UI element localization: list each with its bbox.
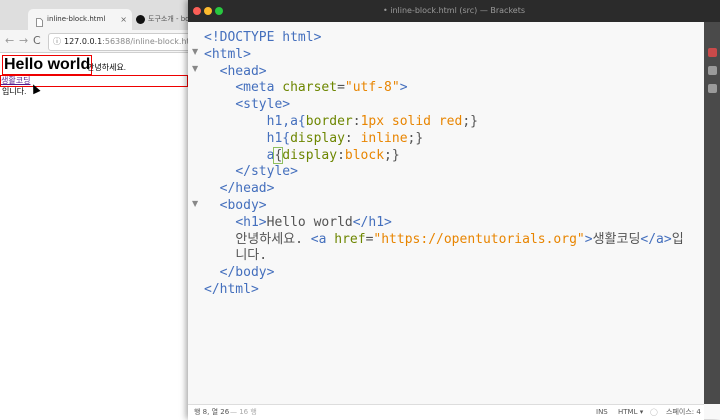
tab-title: inline-block.html [47,15,106,23]
css-value: block [344,147,385,163]
tab-close-icon[interactable]: × [120,9,127,30]
text-content: 입 [671,231,684,247]
title-bar: • inline-block.html (src) — Brackets [188,0,720,22]
live-preview-icon[interactable] [708,48,717,57]
text-content: Hello world [266,214,353,230]
code-line: <head> [204,64,684,81]
tag-close: > [399,80,408,96]
right-toolbar [704,22,720,404]
a-tag: <a [310,231,327,247]
semicolon: ;} [462,113,478,129]
css-value: 1px solid red [360,113,463,129]
tab-tools-intro[interactable]: 도구소개 - bo [134,9,188,30]
code-line: </head> [204,181,684,198]
line-count: — 16 행 [230,408,257,416]
attr-value: "https://opentutorials.org" [373,231,585,247]
tab-inline-block[interactable]: inline-block.html × [28,9,132,30]
head-tag: <head> [219,63,267,79]
code-line: a{display:block;} [204,146,684,165]
status-bar: 행 8, 열 26 — 16 행 INS HTML ▾ ◯ 스페이스: 4 [188,404,704,420]
window-title: • inline-block.html (src) — Brackets [382,6,526,15]
text-content: 안녕하세요. [235,231,311,247]
css-selector: h1,a{ [266,113,306,129]
url-host: 127.0.0.1 [64,37,103,46]
info-icon[interactable]: ⓘ [53,34,61,50]
rendered-link[interactable]: 생활코딩 [0,75,188,87]
meta-tag: <meta [235,80,275,96]
text-content: 생활코딩 [592,231,641,247]
h1-tag: <h1> [235,214,267,230]
address-bar[interactable]: ⓘ127.0.0.1:56388/inline-block.html [48,33,188,51]
back-button[interactable]: ← [5,34,14,48]
text-content: 니다. [235,248,268,264]
body-tag: <body> [219,197,267,213]
code-line: <html> [204,47,684,64]
browser-toolbar: ← → C ⓘ127.0.0.1:56388/inline-block.html [0,30,188,53]
url-path: :56388/inline-block.html [102,37,188,46]
code-area[interactable]: <!DOCTYPE html> <html> <head> <meta chars… [204,30,684,299]
style-tag: <style> [235,97,291,113]
code-line: </body> [204,265,684,282]
attr-name: href [334,231,366,247]
code-line: </style> [204,164,684,181]
code-line: <h1>Hello world</h1> [204,215,684,232]
fold-arrow-icon[interactable]: ▼ [192,47,198,56]
css-property: display [290,130,345,146]
insert-mode-toggle[interactable]: INS [596,405,608,420]
browser-window: inline-block.html × 도구소개 - bo ← → C ⓘ 127… [0,0,188,419]
head-close-tag: </head> [219,181,275,197]
language-selector[interactable]: HTML ▾ [618,405,643,420]
code-line: <style> [204,97,684,114]
linter-status-icon[interactable]: ◯ [650,405,658,420]
cursor-position: 행 8, 열 26 [194,408,230,416]
rendered-text: 안녕하세요. [87,63,127,72]
code-line: <body> [204,198,684,215]
tab-strip: inline-block.html × 도구소개 - bo [0,0,188,30]
code-line: </html> [204,282,684,299]
css-property: display [282,147,338,163]
css-property: border [305,113,353,129]
forward-button[interactable]: → [19,34,28,48]
html-tag: <html> [204,46,251,62]
html-close-tag: </html> [204,281,259,297]
rendered-text-tail: 입니다. [2,87,27,96]
a-close-tag: </a> [640,231,672,247]
code-line: 니다. [204,248,684,265]
body-close-tag: </body> [219,265,275,281]
code-line: 안녕하세요. <a href="https://opentutorials.or… [204,231,684,249]
colon: : [337,147,345,163]
code-line: h1,a{border:1px solid red;} [204,114,684,131]
doctype: <!DOCTYPE html> [204,30,322,45]
equals: = [337,80,345,96]
fold-arrow-icon[interactable]: ▼ [192,64,198,73]
semicolon: ;} [407,130,424,146]
indent-setting[interactable]: 스페이스: 4 [666,405,701,420]
brackets-editor-window: • inline-block.html (src) — Brackets ▼ ▼… [188,0,720,420]
h1-close-tag: </h1> [352,214,392,230]
css-value: inline [360,130,408,146]
tab-title: 도구소개 - bo [148,15,188,23]
reload-button[interactable]: C [33,34,41,48]
code-line: <meta charset="utf-8"> [204,80,684,97]
colon: : [352,113,361,129]
fold-arrow-icon[interactable]: ▼ [192,199,198,208]
layers-icon[interactable] [708,84,717,93]
page-viewport: Hello world 안녕하세요. 생활코딩 입니다. [0,53,188,419]
extension-manager-icon[interactable] [708,66,717,75]
colon: : [344,130,361,146]
css-selector: h1{ [266,130,291,146]
semicolon: ;} [384,147,400,163]
rendered-heading: Hello world [2,55,93,75]
attr-value: "utf-8" [344,80,400,96]
code-line: <!DOCTYPE html> [204,30,684,47]
attr-name: charset [282,80,338,96]
style-close-tag: </style> [235,164,298,180]
fold-gutter: ▼ ▼ ▼ [188,22,202,404]
tag-close: > [584,231,593,247]
site-icon [136,15,145,24]
code-line: h1{display: inline;} [204,131,684,148]
document-icon [35,15,44,27]
